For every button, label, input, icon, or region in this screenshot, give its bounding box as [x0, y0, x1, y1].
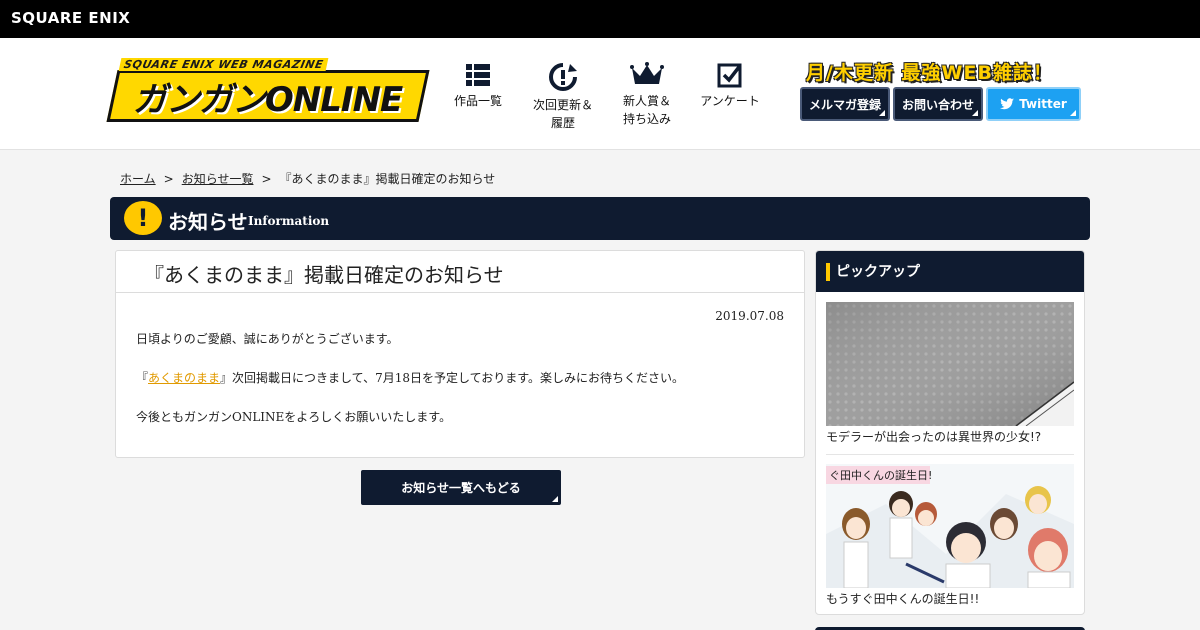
article-body: 日頃よりのご愛顧、誠にありがとうございます。 『あくまのまま』次回掲載日につきま…	[136, 329, 786, 446]
grid-list-icon	[466, 64, 490, 86]
banner-text: ぐ田中くんの誕生日!	[829, 468, 932, 482]
pickup-caption[interactable]: モデラーが出会ったのは異世界の少女!?	[826, 428, 1074, 445]
back-to-news-list-button[interactable]: お知らせ一覧へもどる	[361, 470, 561, 505]
breadcrumb: ホーム > お知らせ一覧 > 『あくまのまま』掲載日確定のお知らせ	[120, 172, 496, 186]
article-date: 2019.07.08	[715, 309, 784, 323]
section-title: お知らせ	[168, 210, 248, 234]
breadcrumb-current: 『あくまのまま』掲載日確定のお知らせ	[279, 172, 496, 186]
twitter-button[interactable]: Twitter	[986, 87, 1081, 121]
crown-icon	[630, 62, 664, 84]
series-link[interactable]: あくまのまま	[148, 371, 220, 385]
contact-button[interactable]: お問い合わせ	[893, 87, 983, 121]
twitter-bird-icon	[1000, 98, 1015, 110]
nav-survey[interactable]: アンケート	[688, 62, 772, 110]
article-paragraph: 『あくまのまま』次回掲載日につきまして、7月18日を予定しております。楽しみにお…	[136, 371, 685, 385]
section-subtitle: Information	[248, 214, 330, 228]
exclamation-icon: !	[124, 201, 162, 235]
article-paragraph: 日頃よりのご愛顧、誠にありがとうございます。	[136, 332, 399, 346]
top-bar: SQUARE ENIX	[0, 0, 1200, 38]
pickup-caption[interactable]: もうすぐ田中くんの誕生日!!	[826, 590, 1074, 607]
mailmag-button[interactable]: メルマガ登録	[800, 87, 890, 121]
pickup-item[interactable]: ぐ田中くんの誕生日! もうすぐ田中くんの誕生日!!	[826, 464, 1074, 607]
article-title: 『あくまのまま』掲載日確定のお知らせ	[116, 251, 804, 293]
checkbox-icon	[717, 63, 742, 88]
pickup-sidebar: ピックアップ モデラーが出会ったのは異世界の少女!? ぐ田中くんの誕生日! もう…	[815, 250, 1085, 615]
section-header: ! お知らせ Information	[110, 197, 1090, 240]
tagline: 月/木更新 最強WEB雑誌！	[806, 62, 1053, 84]
nav-next-update[interactable]: 次回更新＆ 履歴	[521, 62, 605, 132]
refresh-clock-icon	[549, 63, 577, 91]
article-card: 『あくまのまま』掲載日確定のお知らせ 2019.07.08 日頃よりのご愛顧、誠…	[115, 250, 805, 458]
breadcrumb-home[interactable]: ホーム	[120, 172, 156, 186]
pickup-header: ピックアップ	[816, 251, 1084, 292]
site-header: ガンガンONLINE SQUARE ENIX WEB MAGAZINE 作品一覧…	[0, 38, 1200, 150]
pickup-thumbnail[interactable]	[826, 302, 1074, 426]
breadcrumb-news-list[interactable]: お知らせ一覧	[182, 172, 254, 186]
article-paragraph: 今後ともガンガンONLINEをよろしくお願いいたします。	[136, 410, 452, 424]
nav-new-talent[interactable]: 新人賞＆ 持ち込み	[605, 62, 689, 128]
pickup-thumbnail[interactable]: ぐ田中くんの誕生日!	[826, 464, 1074, 588]
square-enix-logo[interactable]: SQUARE ENIX	[11, 9, 130, 27]
pickup-item[interactable]: モデラーが出会ったのは異世界の少女!?	[826, 302, 1074, 445]
nav-works-list[interactable]: 作品一覧	[436, 62, 520, 110]
gangan-online-logo[interactable]: ガンガンONLINE SQUARE ENIX WEB MAGAZINE	[106, 58, 430, 126]
